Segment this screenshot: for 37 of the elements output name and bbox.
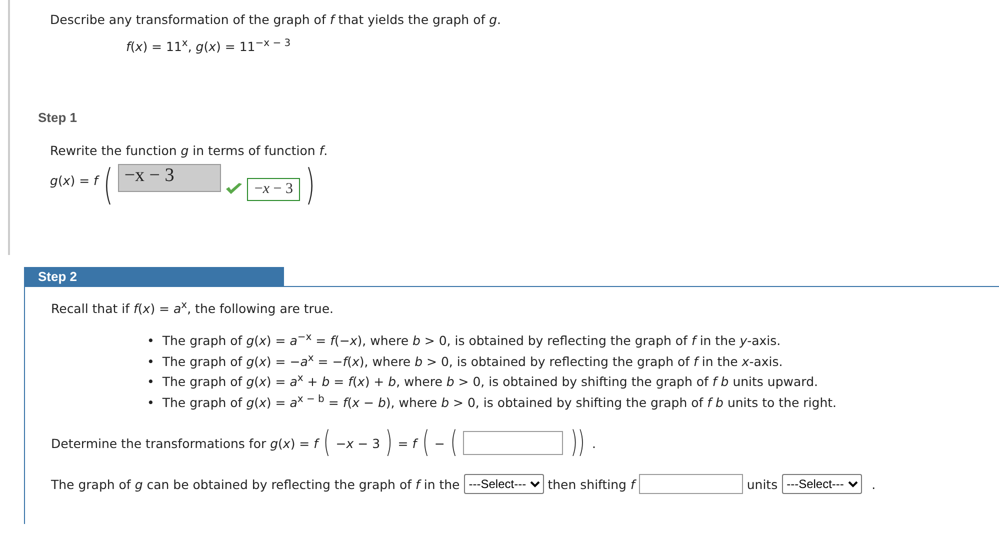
answer-field[interactable] [462,431,563,455]
function-equation: f(x) = 11$^{x}$, g(x) = 11$^{−x − 3}$ [126,39,291,54]
period-text: . [872,476,876,492]
recall-text: Recall that if f(x) = a$^{x}$, the following are true. [51,301,334,316]
bullet-marker: • [147,352,154,370]
step-label: Step 1 [38,110,78,125]
rule-text: The graph of g(x) = a$^{x}$ + b = f(x) + b, where b > 0, is obtained by shifting the graph of f b units upward. [162,373,818,391]
bullet-marker: • [147,373,154,391]
minus-sign: − [434,436,445,450]
bullet-marker: • [147,394,154,412]
units-text: units [746,476,778,492]
parenthesis: ) [305,164,316,206]
inner-expression: −x − 3 [336,436,380,450]
parenthesis: ( [450,428,458,458]
conclusion-text: then shifting f [548,476,635,492]
parenthesis: ( [103,164,114,206]
rule-text: The graph of g(x) = a$^{−x}$ = f(−x), where b > 0, is obtained by reflecting the graph of f in the y-axis. [162,332,781,350]
parenthesis: )) [570,428,584,458]
parenthesis: ) [385,428,392,458]
parenthesis: ( [323,428,330,458]
step-instruction: Rewrite the function g in terms of function f. [50,143,328,158]
equation-lhs: g(x) = f [50,173,98,188]
determine-text: Determine the transformations for g(x) = f [51,436,318,450]
direction-select[interactable]: ---Select--- [464,474,544,494]
period-text: . [592,436,596,450]
rule-text: The graph of g(x) = −a$^{x}$ = −f(x), where b > 0, is obtained by reflecting the graph of f in the x-axis. [162,352,783,371]
direction-select[interactable]: ---Select--- [782,474,862,494]
step-header: Step 2 [24,267,284,286]
equals-text: = f [398,436,417,450]
answer-preview: −x − 3 [247,178,300,201]
bullet-marker: • [147,332,154,350]
answer-field[interactable]: −x − 3 [118,164,222,192]
shift-amount-field[interactable] [638,474,743,494]
conclusion-text: The graph of g can be obtained by reflecting the graph of f in the [51,476,460,492]
problem-prompt: Describe any transformation of the graph of f that yields the graph of g. [50,12,502,27]
rule-text: The graph of g(x) = a$^{x − b}$ = f(x − b), where b > 0, is obtained by shifting the graph of f b units to the right. [162,394,836,412]
parenthesis: ( [422,428,429,458]
